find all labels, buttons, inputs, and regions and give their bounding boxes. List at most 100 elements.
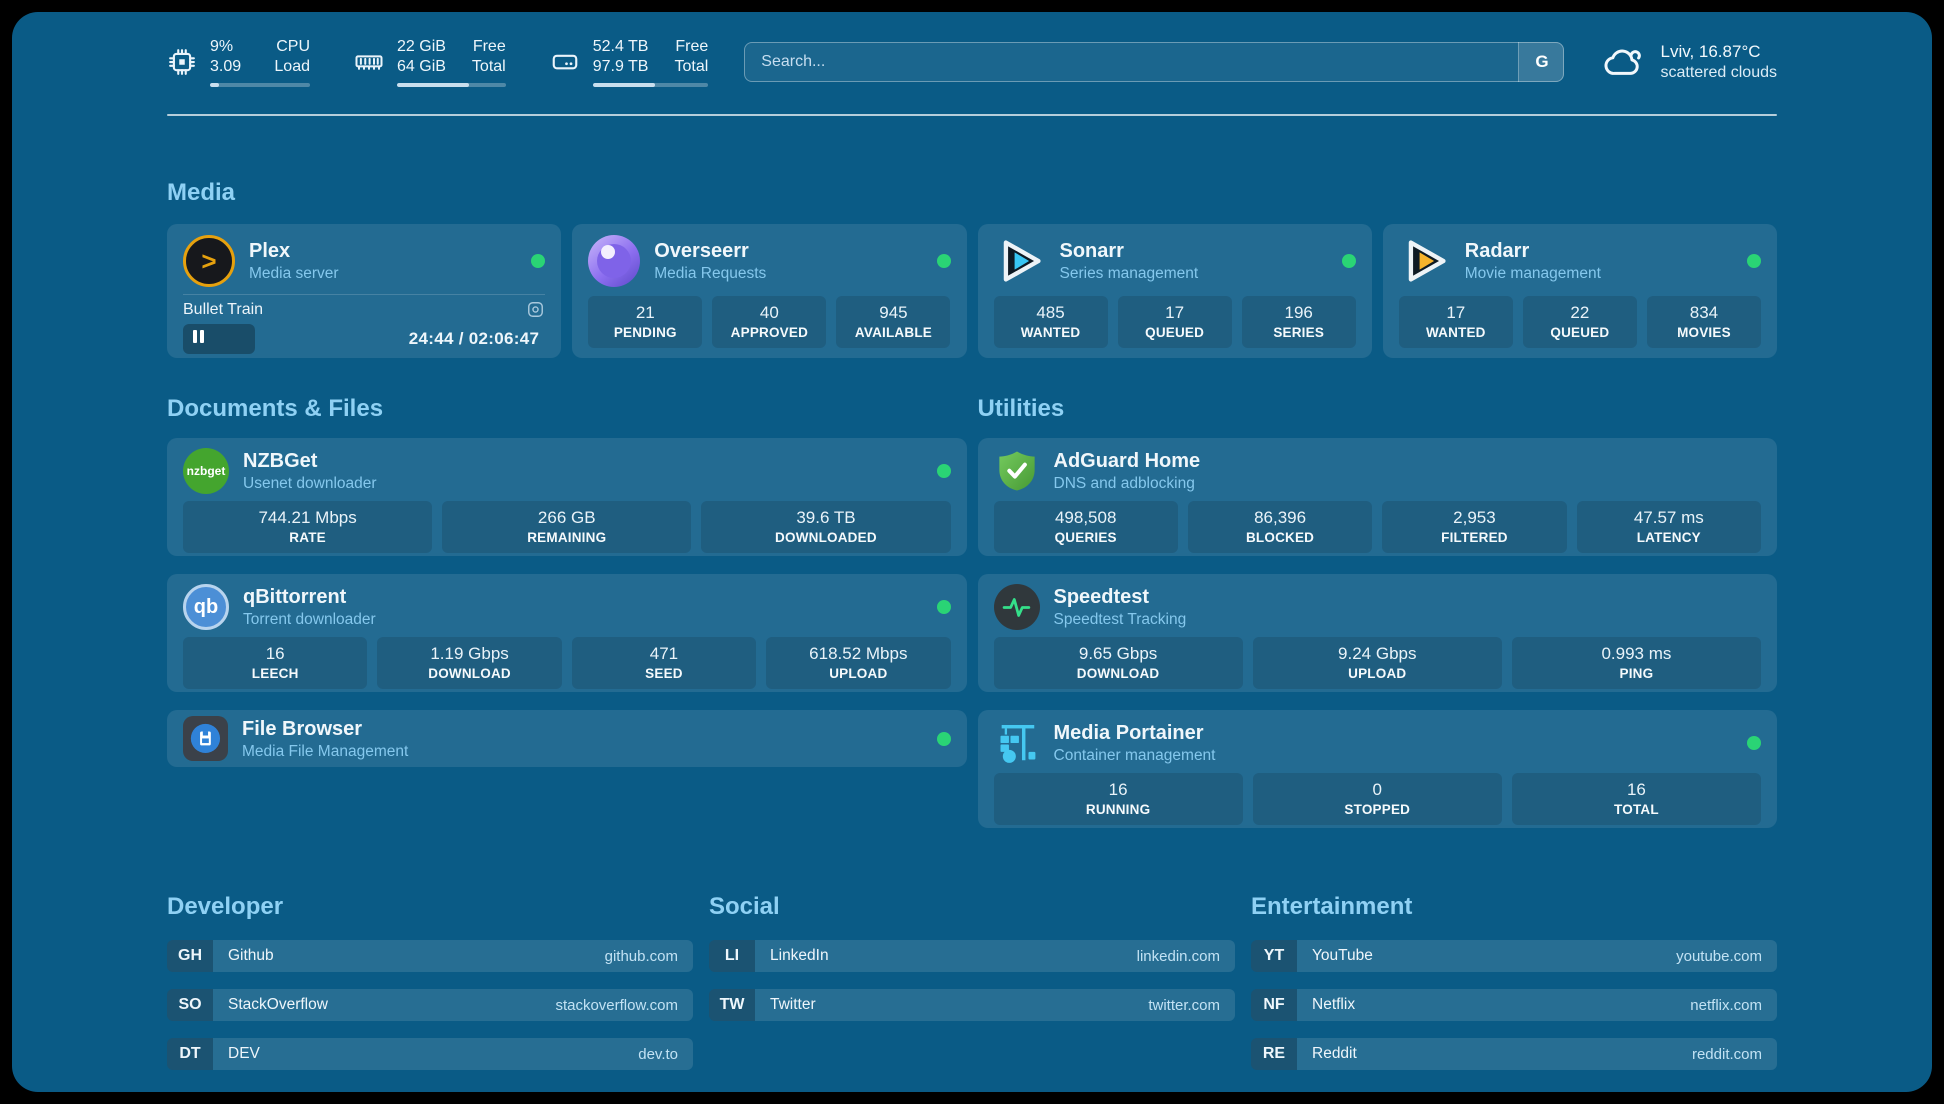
service-card-plex[interactable]: > Plex Media server Bullet Train — [167, 224, 561, 358]
status-dot — [937, 464, 951, 478]
search-input[interactable] — [744, 42, 1564, 82]
service-subtitle: Torrent downloader — [243, 610, 376, 629]
search-engine-button[interactable]: G — [1518, 42, 1564, 82]
speedtest-icon — [994, 584, 1040, 630]
service-title: Plex — [249, 239, 339, 264]
bookmark-netflix[interactable]: NF Netflix netflix.com — [1251, 989, 1777, 1021]
status-dot — [1342, 254, 1356, 268]
adguard-icon — [994, 448, 1040, 494]
disk-widget: 52.4 TB Free 97.9 TB Total — [550, 37, 709, 87]
bookmark-dev[interactable]: DT DEV dev.to — [167, 1038, 693, 1070]
stat-tile: 471 SEED — [572, 637, 756, 689]
cpu-load-label: Load — [274, 57, 310, 77]
cpu-icon — [167, 47, 197, 77]
memory-progress-fill — [397, 83, 469, 87]
memory-total-label: Total — [472, 57, 506, 77]
stat-tile: 0 STOPPED — [1253, 773, 1502, 825]
disk-icon — [550, 47, 580, 77]
cpu-widget: 9% CPU 3.09 Load — [167, 37, 310, 87]
sonarr-icon — [994, 235, 1046, 287]
bookmark-youtube[interactable]: YT YouTube youtube.com — [1251, 940, 1777, 972]
disk-total-label: Total — [674, 57, 708, 77]
service-card-speedtest[interactable]: Speedtest Speedtest Tracking 9.65 Gbps D… — [978, 574, 1778, 692]
service-title: AdGuard Home — [1054, 449, 1201, 474]
dashboard-panel: 9% CPU 3.09 Load — [12, 12, 1932, 1092]
bookmark-linkedin[interactable]: LI LinkedIn linkedin.com — [709, 940, 1235, 972]
service-title: File Browser — [242, 717, 408, 742]
radarr-icon — [1399, 235, 1451, 287]
memory-free-value: 22 GiB — [397, 37, 446, 57]
media-session-icon[interactable] — [526, 300, 545, 319]
section-header-social: Social — [709, 892, 1235, 922]
disk-free-value: 52.4 TB — [593, 37, 649, 57]
section-header-media: Media — [167, 178, 1777, 208]
stat-tile: 16 TOTAL — [1512, 773, 1761, 825]
ram-icon — [354, 47, 384, 77]
stat-tile: 196 SERIES — [1242, 296, 1356, 348]
section-header-utilities: Utilities — [978, 394, 1778, 424]
stat-tile: 47.57 ms LATENCY — [1577, 501, 1761, 553]
service-card-qbittorrent[interactable]: qb qBittorrent Torrent downloader 16 LEE… — [167, 574, 967, 692]
memory-total-value: 64 GiB — [397, 57, 446, 77]
stat-tile: 9.24 Gbps UPLOAD — [1253, 637, 1502, 689]
documents-column: Documents & Files nzbget NZBGet Usenet d… — [167, 394, 967, 846]
service-title: Sonarr — [1060, 239, 1199, 264]
bookmark-group-entertainment: Entertainment YT YouTube youtube.com NF … — [1251, 892, 1777, 1087]
pause-icon[interactable] — [193, 330, 207, 348]
status-dot — [531, 254, 545, 268]
status-dot — [1747, 736, 1761, 750]
qbittorrent-icon: qb — [183, 584, 229, 630]
service-title: qBittorrent — [243, 585, 376, 610]
stat-tile: 266 GB REMAINING — [442, 501, 691, 553]
service-card-adguard[interactable]: AdGuard Home DNS and adblocking 498,508 … — [978, 438, 1778, 556]
stat-tile: 618.52 Mbps UPLOAD — [766, 637, 950, 689]
bookmark-group-social: Social LI LinkedIn linkedin.com TW Twitt… — [709, 892, 1235, 1087]
stat-tile: 834 MOVIES — [1647, 296, 1761, 348]
disk-progress-fill — [593, 83, 655, 87]
stat-tile: 744.21 Mbps RATE — [183, 501, 432, 553]
top-bar: 9% CPU 3.09 Load — [167, 34, 1777, 90]
disk-total-value: 97.9 TB — [593, 57, 649, 77]
cpu-label: CPU — [276, 37, 310, 57]
stat-tile: 39.6 TB DOWNLOADED — [701, 501, 950, 553]
service-subtitle: Media server — [249, 264, 339, 283]
cpu-usage-value: 9% — [210, 37, 233, 57]
cpu-progress-fill — [210, 83, 219, 87]
bookmark-reddit[interactable]: RE Reddit reddit.com — [1251, 1038, 1777, 1070]
service-card-overseerr[interactable]: Overseerr Media Requests 21 PENDING 40 A… — [572, 224, 966, 358]
cpu-progress-bar — [210, 83, 310, 87]
service-card-filebrowser[interactable]: File Browser Media File Management — [167, 710, 967, 767]
stat-tile: 86,396 BLOCKED — [1188, 501, 1372, 553]
service-card-radarr[interactable]: Radarr Movie management 17 WANTED 22 QUE… — [1383, 224, 1777, 358]
overseerr-icon — [588, 235, 640, 287]
section-header-entertainment: Entertainment — [1251, 892, 1777, 922]
now-playing-title: Bullet Train — [183, 301, 263, 319]
disk-free-label: Free — [675, 37, 708, 57]
service-card-portainer[interactable]: Media Portainer Container management 16 … — [978, 710, 1778, 828]
service-subtitle: DNS and adblocking — [1054, 474, 1201, 493]
playback-time: 24:44 / 02:06:47 — [409, 324, 540, 354]
service-card-sonarr[interactable]: Sonarr Series management 485 WANTED 17 Q… — [978, 224, 1372, 358]
bookmark-twitter[interactable]: TW Twitter twitter.com — [709, 989, 1235, 1021]
portainer-icon — [994, 720, 1040, 766]
utilities-column: Utilities AdGuard Home — [978, 394, 1778, 846]
cloud-icon — [1600, 41, 1646, 83]
stat-tile: 498,508 QUERIES — [994, 501, 1178, 553]
plex-now-playing: Bullet Train 24:44 / 02:06:47 — [183, 294, 545, 354]
memory-progress-bar — [397, 83, 506, 87]
service-subtitle: Movie management — [1465, 264, 1601, 283]
bookmark-github[interactable]: GH Github github.com — [167, 940, 693, 972]
status-dot — [937, 600, 951, 614]
disk-progress-bar — [593, 83, 709, 87]
service-subtitle: Usenet downloader — [243, 474, 377, 493]
search-bar: G — [744, 42, 1564, 82]
bookmark-stackoverflow[interactable]: SO StackOverflow stackoverflow.com — [167, 989, 693, 1021]
media-card-grid: > Plex Media server Bullet Train — [167, 224, 1777, 358]
stat-tile: 16 RUNNING — [994, 773, 1243, 825]
stat-tile: 22 QUEUED — [1523, 296, 1637, 348]
stat-tile: 21 PENDING — [588, 296, 702, 348]
playback-progress-bar[interactable]: 24:44 / 02:06:47 — [183, 324, 545, 354]
stat-tile: 17 WANTED — [1399, 296, 1513, 348]
service-card-nzbget[interactable]: nzbget NZBGet Usenet downloader 744.21 M… — [167, 438, 967, 556]
service-subtitle: Container management — [1054, 746, 1216, 765]
